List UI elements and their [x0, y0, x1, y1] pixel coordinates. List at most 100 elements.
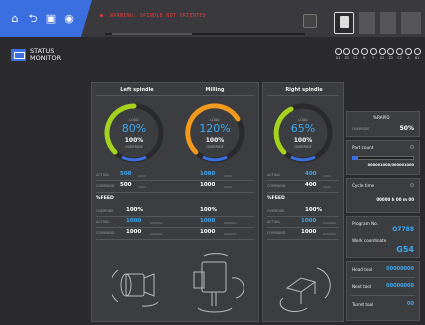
axis-label: Z2 [388, 56, 393, 60]
refresh-icon[interactable] [410, 183, 414, 187]
feed-command-right: 1000 [301, 229, 317, 235]
left-spindle-override: 100% [124, 137, 144, 144]
spindle-panel-right: Right spindle LOAD 65% 100% OVERRIDE ACT… [262, 82, 344, 322]
unit-label: r/min [224, 174, 232, 178]
milling-head-diagram-icon [193, 253, 244, 313]
program-number: O7788 [392, 226, 414, 233]
work-coordinate-value: G54 [396, 245, 414, 254]
program-card: Program No. O7788 Work coordinate G54 [346, 216, 420, 258]
actual-label: ACTUAL [267, 173, 281, 177]
turret-tool-value: 00 [407, 301, 414, 307]
command-label: COMMAND [96, 231, 115, 235]
work-coordinate-title: Work coordinate [352, 238, 387, 243]
part-count-progress-fill [352, 156, 358, 160]
left-spindle-diagram-icon [112, 269, 159, 307]
cycle-time-value: 00000 h 00 m 00 [376, 197, 414, 202]
status-track-fill [112, 33, 192, 35]
spindle-panel-left-milling: Left spindle Milling LOAD 80% 100% OVERR… [91, 82, 259, 322]
command-label: COMMAND [267, 184, 286, 188]
milling-load: 120% [199, 122, 231, 135]
override-label: OVERRIDE [206, 145, 224, 149]
toolbar-slot-3[interactable] [401, 12, 421, 34]
right-spindle-title: Right spindle [285, 87, 323, 93]
feed-title: %FEED [267, 196, 285, 201]
monitor-icon [11, 49, 26, 61]
axis-circle-icon [387, 48, 395, 55]
axis-indicator-z2: Z2 [387, 48, 395, 60]
left-spindle-load-gauge: LOAD 80% 100% OVERRIDE [102, 101, 166, 165]
cycle-time-card: Cycle time 00000 h 00 m 00 [346, 178, 420, 213]
refresh-icon[interactable] [410, 145, 414, 149]
memory-card-icon[interactable] [334, 12, 354, 34]
axis-indicators: X1 Z1 C1 B Y X2 Z2 C2 A B1 [334, 48, 422, 64]
unit-label: mm/min [323, 221, 336, 225]
milling-title: Milling [205, 87, 225, 93]
page-title-line2: MONITOR [30, 54, 62, 62]
part-count-progress [352, 156, 414, 160]
feed-actual-right: 1000 [301, 218, 317, 224]
feed-actual-left: 1000 [126, 218, 142, 224]
left-spindle-title: Left spindle [120, 87, 154, 93]
left-actual-speed: 500 [120, 171, 132, 177]
right-command-speed: 400 [305, 182, 317, 188]
override-label: OVERRIDE [267, 209, 285, 213]
milling-load-gauge: LOAD 120% 100% OVERRIDE [183, 101, 247, 165]
head-tool-value: 00000000 [386, 266, 414, 272]
unit-label: mm/min [323, 232, 336, 236]
override-label: OVERRIDE [125, 145, 143, 149]
axis-circle-icon [413, 48, 421, 55]
milling-actual-speed: 1000 [200, 171, 216, 177]
feed-override-right: 100% [305, 207, 322, 213]
feed-actual-milling: 1000 [200, 218, 216, 224]
axis-circle-icon [343, 48, 351, 55]
left-spindle-load: 80% [121, 122, 147, 135]
unit-label: mm/min [150, 232, 163, 236]
axis-indicator-b1: B1 [413, 48, 421, 60]
command-label: COMMAND [96, 184, 115, 188]
axis-circle-icon [404, 48, 412, 55]
page-title: STATUS MONITOR [30, 48, 61, 62]
right-spindle-load: 65% [290, 122, 316, 135]
axis-label: B [363, 56, 366, 60]
next-tool-title: Next tool [352, 284, 372, 289]
alarm-message[interactable]: WARNING: SPINDLE NOT ORIENTED [110, 13, 206, 19]
axis-label: B1 [415, 56, 420, 60]
alarm-indicator-icon [100, 14, 103, 17]
cycle-time-title: Cycle time [352, 183, 375, 188]
lock-icon[interactable]: ▣ [45, 13, 57, 25]
feed-title: %FEED [96, 196, 114, 201]
axis-circle-icon [396, 48, 404, 55]
home-icon[interactable]: ⌂ [9, 13, 21, 25]
axis-indicator-b: B [360, 48, 368, 60]
axis-indicator-x1: X1 [334, 48, 342, 60]
unit-label: mm/min [224, 221, 237, 225]
milling-command-speed: 1000 [200, 182, 216, 188]
actual-label: ACTUAL [96, 173, 110, 177]
axis-indicator-a: A [404, 48, 412, 60]
camera-icon[interactable]: ◉ [63, 13, 75, 25]
axis-circle-icon [360, 48, 368, 55]
toolbar-slot-1[interactable] [359, 12, 375, 34]
toolbar-slot-2[interactable] [380, 12, 396, 34]
rapid-card: %RAPID OVERRIDE 50% [346, 111, 420, 137]
right-spindle-override: 100% [293, 137, 313, 144]
unit-label: mm/min [224, 232, 237, 236]
nav-area: ⌂ ⮌ ▣ ◉ [0, 0, 92, 37]
unit-label: r/min [224, 185, 232, 189]
unit-label: r/min [138, 174, 146, 178]
back-icon[interactable]: ⮌ [27, 13, 39, 25]
override-label: OVERRIDE [352, 127, 370, 131]
axis-label: Z1 [344, 56, 349, 60]
feed-command-left: 1000 [126, 229, 142, 235]
feed-override-left: 100% [126, 207, 143, 213]
program-title: Program No. [352, 221, 378, 226]
axis-circle-icon [334, 48, 342, 55]
save-icon[interactable] [303, 14, 317, 28]
actual-label: ACTUAL [96, 220, 110, 224]
turret-tool-title: Turret tool [352, 302, 374, 307]
axis-circle-icon [369, 48, 377, 55]
part-count-card: Part count 000001000/000001000 [346, 140, 420, 175]
feed-command-milling: 1000 [200, 229, 216, 235]
command-label: COMMAND [267, 231, 286, 235]
right-spindle-load-gauge: LOAD 65% 100% OVERRIDE [271, 101, 335, 165]
